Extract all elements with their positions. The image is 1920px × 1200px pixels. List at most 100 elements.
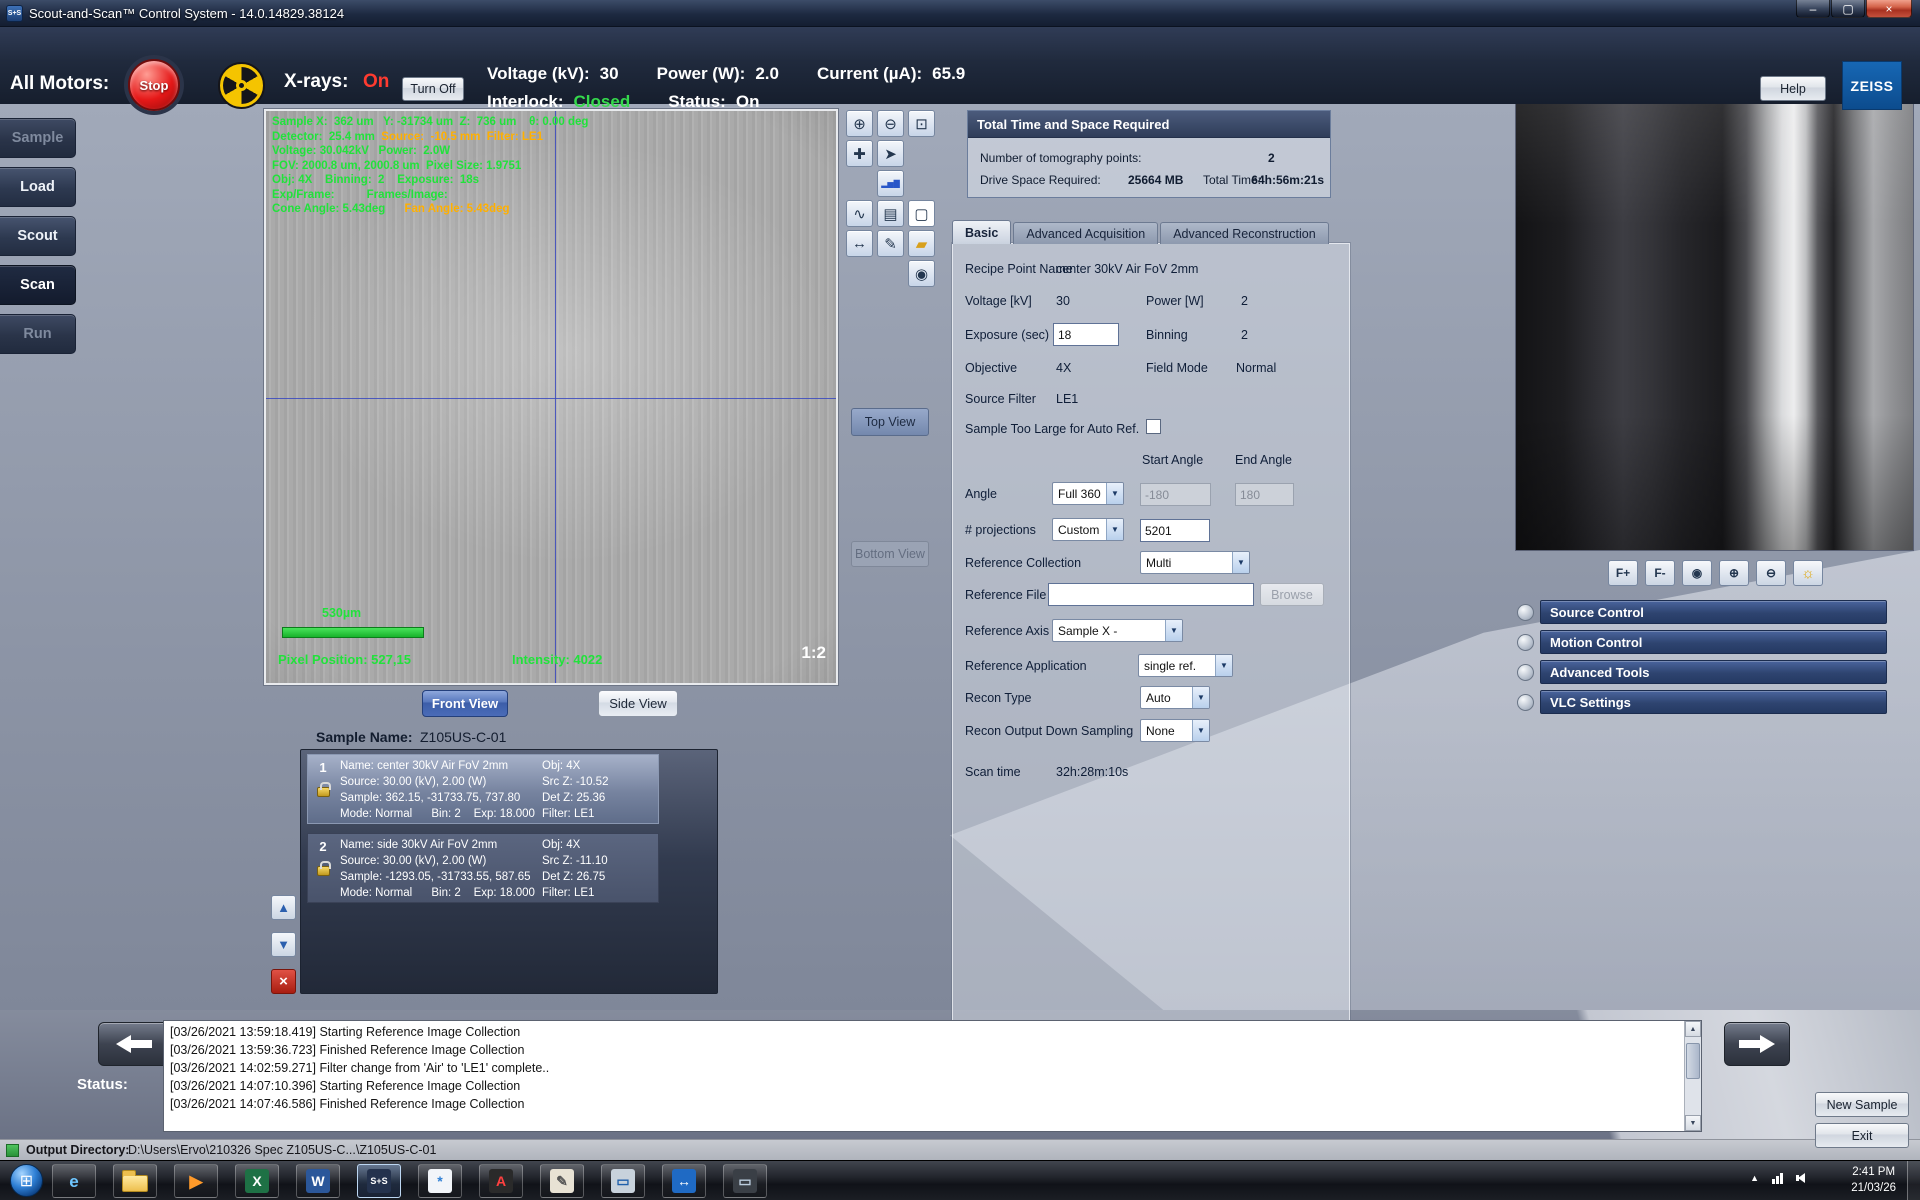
focus-plus-button[interactable]: F+ <box>1608 560 1638 586</box>
levels-icon[interactable]: ▤ <box>877 200 904 227</box>
taskbar-internet-explorer[interactable]: e <box>52 1164 96 1198</box>
taskbar-excel[interactable]: X <box>235 1164 279 1198</box>
exit-button[interactable]: Exit <box>1815 1123 1909 1148</box>
taskbar-teamviewer[interactable]: ↔ <box>662 1164 706 1198</box>
taskbar-media-player[interactable]: ▶ <box>174 1164 218 1198</box>
move-up-button[interactable]: ▲ <box>271 895 296 920</box>
profile-icon[interactable]: ∿ <box>846 200 873 227</box>
light-toggle-icon[interactable]: ☼ <box>1793 560 1823 586</box>
sidebar-item-scan[interactable]: Scan <box>0 265 76 305</box>
focus-minus-button[interactable]: F- <box>1645 560 1675 586</box>
accordion-advanced-tools[interactable]: Advanced Tools <box>1540 660 1887 684</box>
taskbar-paint[interactable]: ✎ <box>540 1164 584 1198</box>
open-folder-icon[interactable]: ▰ <box>908 230 935 257</box>
scan-time-label: Scan time <box>965 765 1021 779</box>
volume-icon[interactable] <box>1796 1172 1808 1184</box>
scroll-down-icon[interactable]: ▼ <box>1685 1115 1701 1131</box>
xray-image[interactable]: Sample X: 362 um Y: -31734 um Z: 736 um … <box>266 111 836 683</box>
auto-ref-checkbox[interactable] <box>1146 419 1161 434</box>
zoom-in-icon[interactable]: ⊕ <box>846 110 873 137</box>
expander-icon[interactable] <box>1517 634 1534 651</box>
voltage-readout-label: Voltage (kV): <box>487 64 590 84</box>
move-down-button[interactable]: ▼ <box>271 932 296 957</box>
zoom-fit-icon[interactable]: ⊡ <box>908 110 935 137</box>
recipe-point-row-1[interactable]: 1Name: center 30kV Air FoV 2mmObj: 4XSou… <box>307 754 659 824</box>
tray-chevron-icon[interactable]: ▲ <box>1750 1173 1759 1183</box>
drive-space-label: Drive Space Required: <box>980 173 1101 187</box>
angle-label: Angle <box>965 487 997 501</box>
zoom-out-icon[interactable]: ⊖ <box>877 110 904 137</box>
camera-zoom-in-icon[interactable]: ⊕ <box>1719 560 1749 586</box>
zeiss-logo: ZEISS <box>1842 61 1902 110</box>
sidebar-item-load[interactable]: Load <box>0 167 76 207</box>
front-view-button[interactable]: Front View <box>422 690 508 717</box>
next-step-button[interactable] <box>1724 1022 1790 1066</box>
taskbar-acrobat[interactable]: A <box>479 1164 523 1198</box>
taskbar-word[interactable]: W <box>296 1164 340 1198</box>
accordion-vlc-settings[interactable]: VLC Settings <box>1540 690 1887 714</box>
camera-snapshot-icon[interactable]: ◉ <box>1682 560 1712 586</box>
tab-basic[interactable]: Basic <box>952 220 1011 244</box>
start-button[interactable]: ⊞ <box>10 1164 43 1197</box>
display-icon[interactable]: ▢ <box>908 200 935 227</box>
recipe-point-row-2[interactable]: 2Name: side 30kV Air FoV 2mmObj: 4XSourc… <box>307 833 659 903</box>
projections-input[interactable]: 5201 <box>1140 519 1210 542</box>
source-filter-label: Source Filter <box>965 392 1036 406</box>
annotation-icon[interactable]: ✎ <box>877 230 904 257</box>
delete-point-button[interactable]: × <box>271 969 296 994</box>
reference-application-value: single ref. <box>1139 659 1215 673</box>
taskbar-scout-and-scan[interactable]: S+S <box>357 1164 401 1198</box>
projections-value: 5201 <box>1145 524 1172 538</box>
camera-zoom-out-icon[interactable]: ⊖ <box>1756 560 1786 586</box>
projections-mode-select[interactable]: Custom▼ <box>1052 518 1124 541</box>
scroll-thumb[interactable] <box>1686 1043 1700 1079</box>
taskbar-utility[interactable]: * <box>418 1164 462 1198</box>
tab-advanced-reconstruction[interactable]: Advanced Reconstruction <box>1160 222 1328 244</box>
network-icon[interactable] <box>1772 1172 1783 1184</box>
expander-icon[interactable] <box>1517 694 1534 711</box>
accordion-motion-control[interactable]: Motion Control <box>1540 630 1887 654</box>
scroll-up-icon[interactable]: ▲ <box>1685 1021 1701 1037</box>
angle-mode-select[interactable]: Full 360▼ <box>1052 482 1124 505</box>
reference-file-input[interactable] <box>1048 583 1254 606</box>
tab-advanced-acquisition[interactable]: Advanced Acquisition <box>1013 222 1158 244</box>
taskbar-remote-monitor[interactable]: ▭ <box>723 1164 767 1198</box>
accordion-source-control[interactable]: Source Control <box>1540 600 1887 624</box>
maximize-button[interactable]: ▢ <box>1831 0 1865 18</box>
histogram-icon[interactable]: ▂▅▇ <box>877 170 904 197</box>
xrays-turn-off-button[interactable]: Turn Off <box>402 77 464 101</box>
taskbar-display-tool[interactable]: ▭ <box>601 1164 645 1198</box>
end-angle-label: End Angle <box>1235 453 1292 467</box>
exposure-input[interactable]: 18 <box>1053 323 1119 346</box>
pan-icon[interactable]: ✚ <box>846 140 873 167</box>
help-button[interactable]: Help <box>1760 76 1826 101</box>
image-toolbar: ⊕⊖⊡ ✚➤ ▂▅▇∿▤▢ ↔✎▰ ◉ <box>846 110 946 310</box>
close-button[interactable]: × <box>1866 0 1912 18</box>
objective-label: Objective <box>965 361 1017 375</box>
taskbar-clock[interactable]: 2:41 PM 21/03/26 <box>1851 1164 1896 1196</box>
sidebar-item-scout[interactable]: Scout <box>0 216 76 256</box>
measure-icon[interactable]: ↔ <box>846 230 873 257</box>
log-scrollbar[interactable]: ▲ ▼ <box>1684 1021 1701 1131</box>
expander-icon[interactable] <box>1517 664 1534 681</box>
recon-downsample-select[interactable]: None▼ <box>1140 719 1210 742</box>
reference-collection-select[interactable]: Multi▼ <box>1140 551 1250 574</box>
pointer-icon[interactable]: ➤ <box>877 140 904 167</box>
reference-application-select[interactable]: single ref.▼ <box>1138 654 1233 677</box>
side-view-button[interactable]: Side View <box>598 690 678 717</box>
previous-step-button[interactable] <box>98 1022 170 1066</box>
new-sample-button[interactable]: New Sample <box>1815 1092 1909 1117</box>
reference-axis-label: Reference Axis <box>965 624 1049 638</box>
all-motors-stop-button[interactable]: Stop <box>128 59 180 111</box>
scalebar-label: 530µm <box>322 606 361 620</box>
top-view-button[interactable]: Top View <box>851 408 929 436</box>
snapshot-icon[interactable]: ◉ <box>908 260 935 287</box>
reference-axis-select[interactable]: Sample X -▼ <box>1052 619 1183 642</box>
expander-icon[interactable] <box>1517 604 1534 621</box>
recon-type-select[interactable]: Auto▼ <box>1140 686 1210 709</box>
recon-type-value: Auto <box>1141 691 1192 705</box>
taskbar-file-explorer[interactable] <box>113 1164 157 1198</box>
taskbar-utility-glyph: * <box>428 1169 452 1193</box>
minimize-button[interactable]: – <box>1796 0 1830 18</box>
show-desktop-button[interactable] <box>1907 1161 1920 1200</box>
